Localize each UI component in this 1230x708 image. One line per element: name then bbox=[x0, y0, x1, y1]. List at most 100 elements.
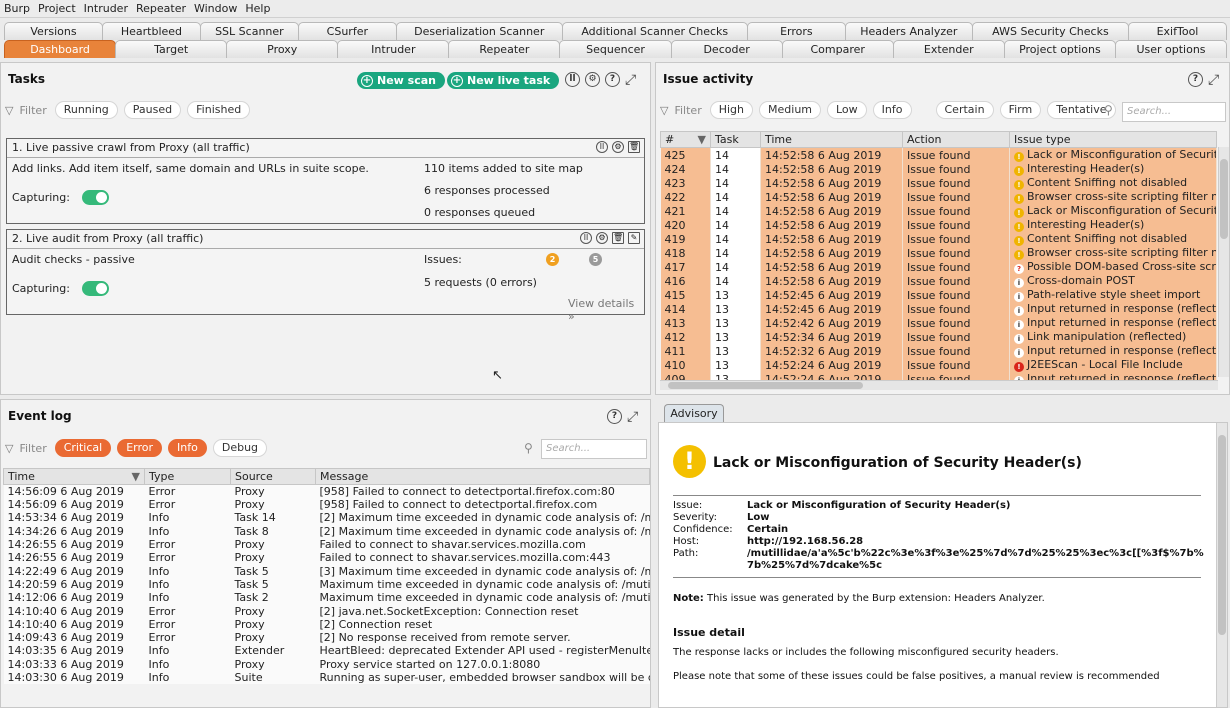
filter-critical[interactable]: Critical bbox=[54, 439, 112, 457]
issue-row[interactable]: 412 13 14:52:34 6 Aug 2019 Issue found i Link… bbox=[660, 330, 1217, 344]
tab-proxy[interactable]: Proxy bbox=[226, 40, 339, 58]
filter-label[interactable]: Filter bbox=[19, 104, 46, 117]
event-row[interactable]: 14:20:59 6 Aug 2019 Info Task 5 Maximum tim… bbox=[3, 577, 650, 592]
filter-running[interactable]: Running bbox=[54, 101, 118, 119]
col-number[interactable]: # ▼ bbox=[660, 131, 711, 148]
col-issue-type[interactable]: Issue type bbox=[1009, 131, 1217, 148]
event-row[interactable]: 14:03:35 6 Aug 2019 Info Extender HeartBlee… bbox=[3, 644, 650, 658]
tab-project-options[interactable]: Project options bbox=[1003, 40, 1116, 58]
event-row[interactable]: 14:10:40 6 Aug 2019 Error Proxy [2] java.ne… bbox=[3, 604, 650, 618]
event-row[interactable]: 14:26:55 6 Aug 2019 Error Proxy Failed to c… bbox=[3, 551, 650, 565]
tab-errors[interactable]: Errors bbox=[746, 22, 846, 40]
issue-row[interactable]: 423 14 14:52:58 6 Aug 2019 Issue found! Cont… bbox=[660, 176, 1217, 190]
issue-row[interactable]: 419 14 14:52:58 6 Aug 2019 Issue found! Cont… bbox=[660, 232, 1217, 246]
gear-icon[interactable]: ⚙ bbox=[612, 141, 624, 153]
new-live-task-button[interactable]: + New live task bbox=[447, 72, 560, 89]
task-2-capturing-toggle[interactable] bbox=[82, 281, 109, 296]
filter-debug[interactable]: Debug bbox=[212, 439, 268, 457]
issue-row[interactable]: 425 14 14:52:58 6 Aug 2019 Issue found! Lack… bbox=[660, 147, 1217, 162]
tab-headers-analyzer[interactable]: Headers Analyzer bbox=[844, 22, 973, 40]
filter-icon[interactable]: ▽ bbox=[5, 104, 13, 117]
trash-icon[interactable]: 🗑 bbox=[628, 141, 640, 153]
tab-csurfer[interactable]: CSurfer bbox=[297, 22, 397, 40]
tab-heartbleed[interactable]: Heartbleed bbox=[101, 22, 201, 40]
tab-aws-security-checks[interactable]: AWS Security Checks bbox=[971, 22, 1129, 40]
filter-icon[interactable]: ▽ bbox=[5, 442, 13, 455]
event-row[interactable]: 14:22:49 6 Aug 2019 Info Task 5 [3] Maximum… bbox=[3, 564, 650, 578]
col-source[interactable]: Source bbox=[230, 468, 316, 485]
tab-sequencer[interactable]: Sequencer bbox=[559, 40, 672, 58]
help-icon[interactable]: ? bbox=[1188, 72, 1203, 87]
issue-row[interactable]: 422 14 14:52:58 6 Aug 2019 Issue found! Brow… bbox=[660, 190, 1217, 204]
event-row[interactable]: 14:34:26 6 Aug 2019 Info Task 8 [2] Maximum… bbox=[3, 524, 650, 538]
menu-repeater[interactable]: Repeater bbox=[136, 2, 186, 15]
view-details-link[interactable]: View details » bbox=[568, 297, 644, 323]
event-row[interactable]: 14:56:09 6 Aug 2019 Error Proxy [958] Faile… bbox=[3, 498, 650, 512]
event-row[interactable]: 14:12:06 6 Aug 2019 Info Task 2 Maximum tim… bbox=[3, 591, 650, 605]
issue-row[interactable]: 418 14 14:52:58 6 Aug 2019 Issue found! Brow… bbox=[660, 246, 1217, 260]
event-row[interactable]: 14:56:09 6 Aug 2019 Error Proxy [958] Faile… bbox=[3, 484, 650, 498]
event-row[interactable]: 14:03:33 6 Aug 2019 Info Proxy Proxy servic… bbox=[3, 657, 650, 671]
filter-medium[interactable]: Medium bbox=[759, 101, 821, 119]
filter-low[interactable]: Low bbox=[827, 101, 867, 119]
tab-intruder[interactable]: Intruder bbox=[337, 40, 450, 58]
expand-icon[interactable]: ⤢ bbox=[625, 73, 636, 87]
info-issue-badge[interactable]: 5 bbox=[589, 253, 602, 266]
issue-row[interactable]: 420 14 14:52:58 6 Aug 2019 Issue found! Inte… bbox=[660, 218, 1217, 232]
tab-user-options[interactable]: User options bbox=[1114, 40, 1228, 58]
col-message[interactable]: Message bbox=[315, 468, 650, 485]
tab-ssl-scanner[interactable]: SSL Scanner bbox=[199, 22, 299, 40]
tab-comparer[interactable]: Comparer bbox=[781, 40, 894, 58]
tab-advisory[interactable]: Advisory bbox=[664, 404, 724, 423]
event-search-input[interactable]: Search... bbox=[541, 439, 647, 459]
menu-burp[interactable]: Burp bbox=[4, 2, 30, 15]
tab-exiftool[interactable]: ExifTool bbox=[1128, 22, 1227, 40]
tab-deserialization-scanner[interactable]: Deserialization Scanner bbox=[395, 22, 563, 40]
col-action[interactable]: Action bbox=[902, 131, 1010, 148]
filter-high[interactable]: High bbox=[709, 101, 754, 119]
edit-icon[interactable]: ✎ bbox=[628, 232, 640, 244]
trash-icon[interactable]: 🗑 bbox=[612, 232, 624, 244]
expand-icon[interactable]: ⤢ bbox=[627, 410, 638, 424]
event-row[interactable]: 14:53:34 6 Aug 2019 Info Task 14 [2] Maximu… bbox=[3, 511, 650, 525]
pause-icon[interactable]: ll bbox=[565, 72, 580, 87]
issue-row[interactable]: 424 14 14:52:58 6 Aug 2019 Issue found! Inte… bbox=[660, 162, 1217, 176]
help-icon[interactable]: ? bbox=[605, 72, 620, 87]
issue-horizontal-scrollbar[interactable] bbox=[660, 380, 1218, 390]
issue-row[interactable]: 417 14 14:52:58 6 Aug 2019 Issue found? Poss… bbox=[660, 260, 1217, 274]
event-row[interactable]: 14:03:30 6 Aug 2019 Info Suite Running as s… bbox=[3, 670, 650, 685]
issue-row[interactable]: 413 13 14:52:42 6 Aug 2019 Issue found i Inpu… bbox=[660, 316, 1217, 330]
issue-search-input[interactable]: Search... bbox=[1122, 102, 1226, 122]
menu-intruder[interactable]: Intruder bbox=[84, 2, 128, 15]
filter-icon[interactable]: ▽ bbox=[660, 104, 668, 117]
tab-target[interactable]: Target bbox=[115, 40, 228, 58]
tab-versions[interactable]: Versions bbox=[4, 22, 103, 40]
filter-certain[interactable]: Certain bbox=[935, 101, 994, 119]
event-row[interactable]: 14:26:55 6 Aug 2019 Error Proxy Failed to c… bbox=[3, 537, 650, 552]
filter-info[interactable]: Info bbox=[872, 101, 912, 119]
gear-icon[interactable]: ⚙ bbox=[596, 232, 608, 244]
task-1-card[interactable]: 1. Live passive crawl from Proxy (all tr… bbox=[6, 138, 645, 224]
menu-project[interactable]: Project bbox=[38, 2, 76, 15]
issue-row[interactable]: 411 13 14:52:32 6 Aug 2019 Issue found i Inpu… bbox=[660, 344, 1217, 358]
col-time[interactable]: Time ▼ bbox=[3, 468, 145, 485]
tab-extender[interactable]: Extender bbox=[892, 40, 1005, 58]
filter-info[interactable]: Info bbox=[168, 439, 207, 457]
expand-icon[interactable]: ⤢ bbox=[1208, 73, 1219, 87]
filter-finished[interactable]: Finished bbox=[187, 101, 251, 119]
col-task[interactable]: Task bbox=[710, 131, 761, 148]
tab-repeater[interactable]: Repeater bbox=[448, 40, 561, 58]
help-icon[interactable]: ? bbox=[607, 409, 622, 424]
advisory-vertical-scrollbar[interactable] bbox=[1216, 423, 1227, 707]
issue-row[interactable]: 421 14 14:52:58 6 Aug 2019 Issue found! Lack… bbox=[660, 204, 1217, 218]
filter-firm[interactable]: Firm bbox=[999, 101, 1042, 119]
event-row[interactable]: 14:09:43 6 Aug 2019 Error Proxy [2] No resp… bbox=[3, 630, 650, 645]
col-type[interactable]: Type bbox=[144, 468, 231, 485]
filter-label[interactable]: Filter bbox=[19, 442, 46, 455]
new-scan-button[interactable]: + New scan bbox=[357, 72, 445, 89]
filter-error[interactable]: Error bbox=[117, 439, 163, 457]
task-2-card[interactable]: 2. Live audit from Proxy (all traffic) l… bbox=[6, 229, 645, 323]
issue-vertical-scrollbar[interactable] bbox=[1218, 147, 1229, 377]
tab-additional-scanner-checks[interactable]: Additional Scanner Checks bbox=[561, 22, 748, 40]
pause-icon[interactable]: ll bbox=[596, 141, 608, 153]
